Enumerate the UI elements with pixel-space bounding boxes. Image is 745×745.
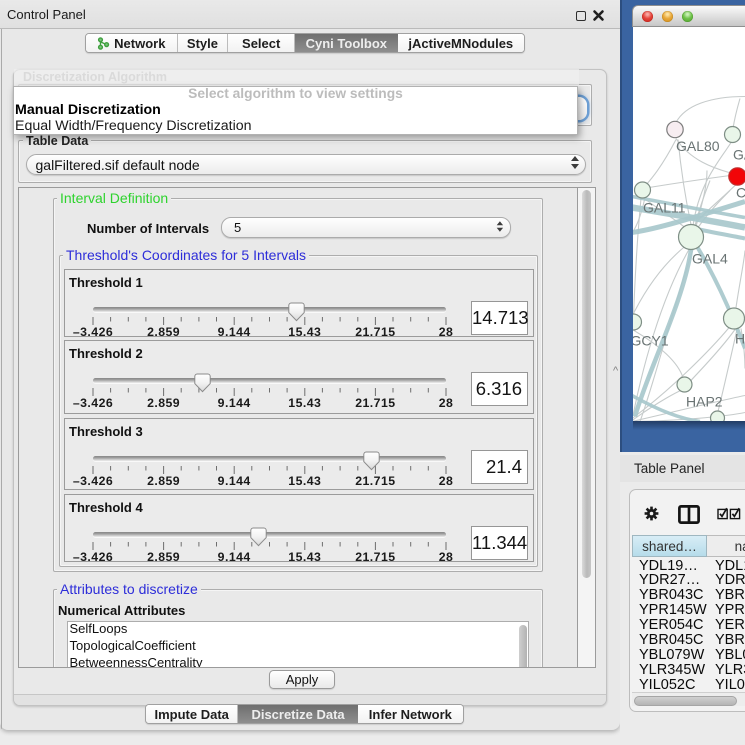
- svg-text:GAL80: GAL80: [676, 138, 720, 154]
- svg-text:GCY1: GCY1: [633, 332, 669, 348]
- svg-text:GAL11: GAL11: [643, 199, 686, 215]
- svg-text:HIS4: HIS4: [735, 330, 745, 346]
- svg-text:HAP2: HAP2: [686, 393, 723, 409]
- svg-text:GAL7: GAL7: [733, 146, 745, 162]
- svg-text:GAL4: GAL4: [692, 250, 728, 266]
- svg-text:CYC8: CYC8: [736, 184, 745, 200]
